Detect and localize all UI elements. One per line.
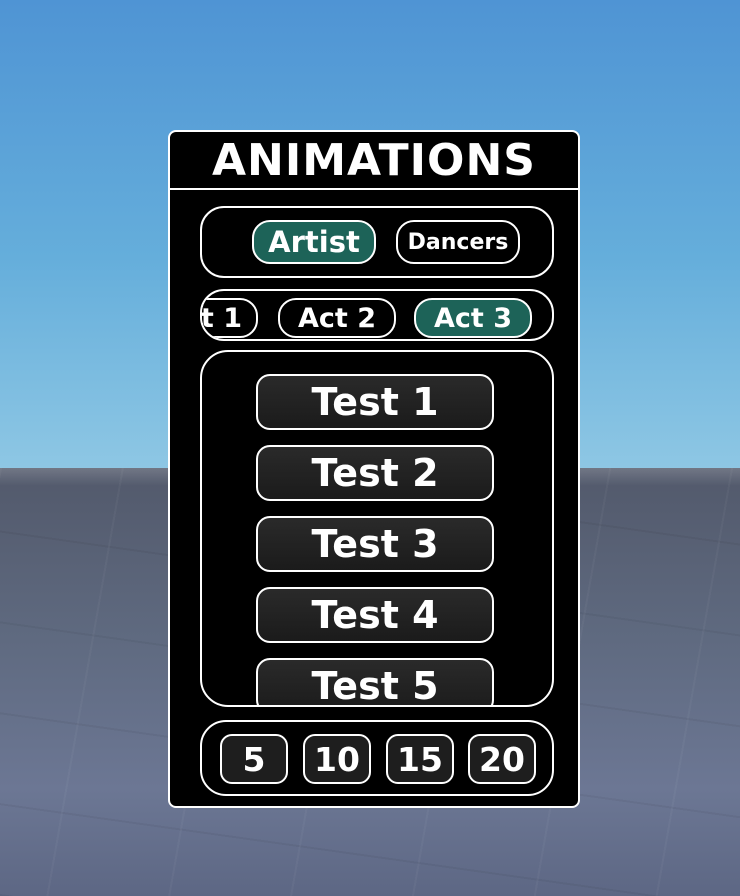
role-artist-button[interactable]: Artist <box>252 220 376 264</box>
role-selector: Artist Dancers <box>200 206 554 278</box>
speed-selector: 5 10 15 20 <box>200 720 554 796</box>
role-dancers-button[interactable]: Dancers <box>396 220 520 264</box>
animation-button-test-3[interactable]: Test 3 <box>256 516 494 572</box>
panel-title: ANIMATIONS <box>212 134 536 186</box>
speed-button-5[interactable]: 5 <box>220 734 288 784</box>
act-selector[interactable]: Act 1 Act 2 Act 3 <box>200 289 554 341</box>
animation-button-test-5[interactable]: Test 5 <box>256 658 494 705</box>
speed-button-20[interactable]: 20 <box>468 734 536 784</box>
animation-button-test-2[interactable]: Test 2 <box>256 445 494 501</box>
animation-button-test-1[interactable]: Test 1 <box>256 374 494 430</box>
animation-list[interactable]: Test 1 Test 2 Test 3 Test 4 Test 5 <box>200 350 554 707</box>
act-3-button[interactable]: Act 3 <box>414 298 532 338</box>
animation-button-test-4[interactable]: Test 4 <box>256 587 494 643</box>
act-2-button[interactable]: Act 2 <box>278 298 396 338</box>
speed-button-10[interactable]: 10 <box>303 734 371 784</box>
title-bar: ANIMATIONS <box>170 132 578 190</box>
animations-panel: ANIMATIONS Artist Dancers Act 1 Act 2 Ac… <box>168 130 580 808</box>
act-1-button[interactable]: Act 1 <box>202 298 258 338</box>
speed-button-15[interactable]: 15 <box>386 734 454 784</box>
